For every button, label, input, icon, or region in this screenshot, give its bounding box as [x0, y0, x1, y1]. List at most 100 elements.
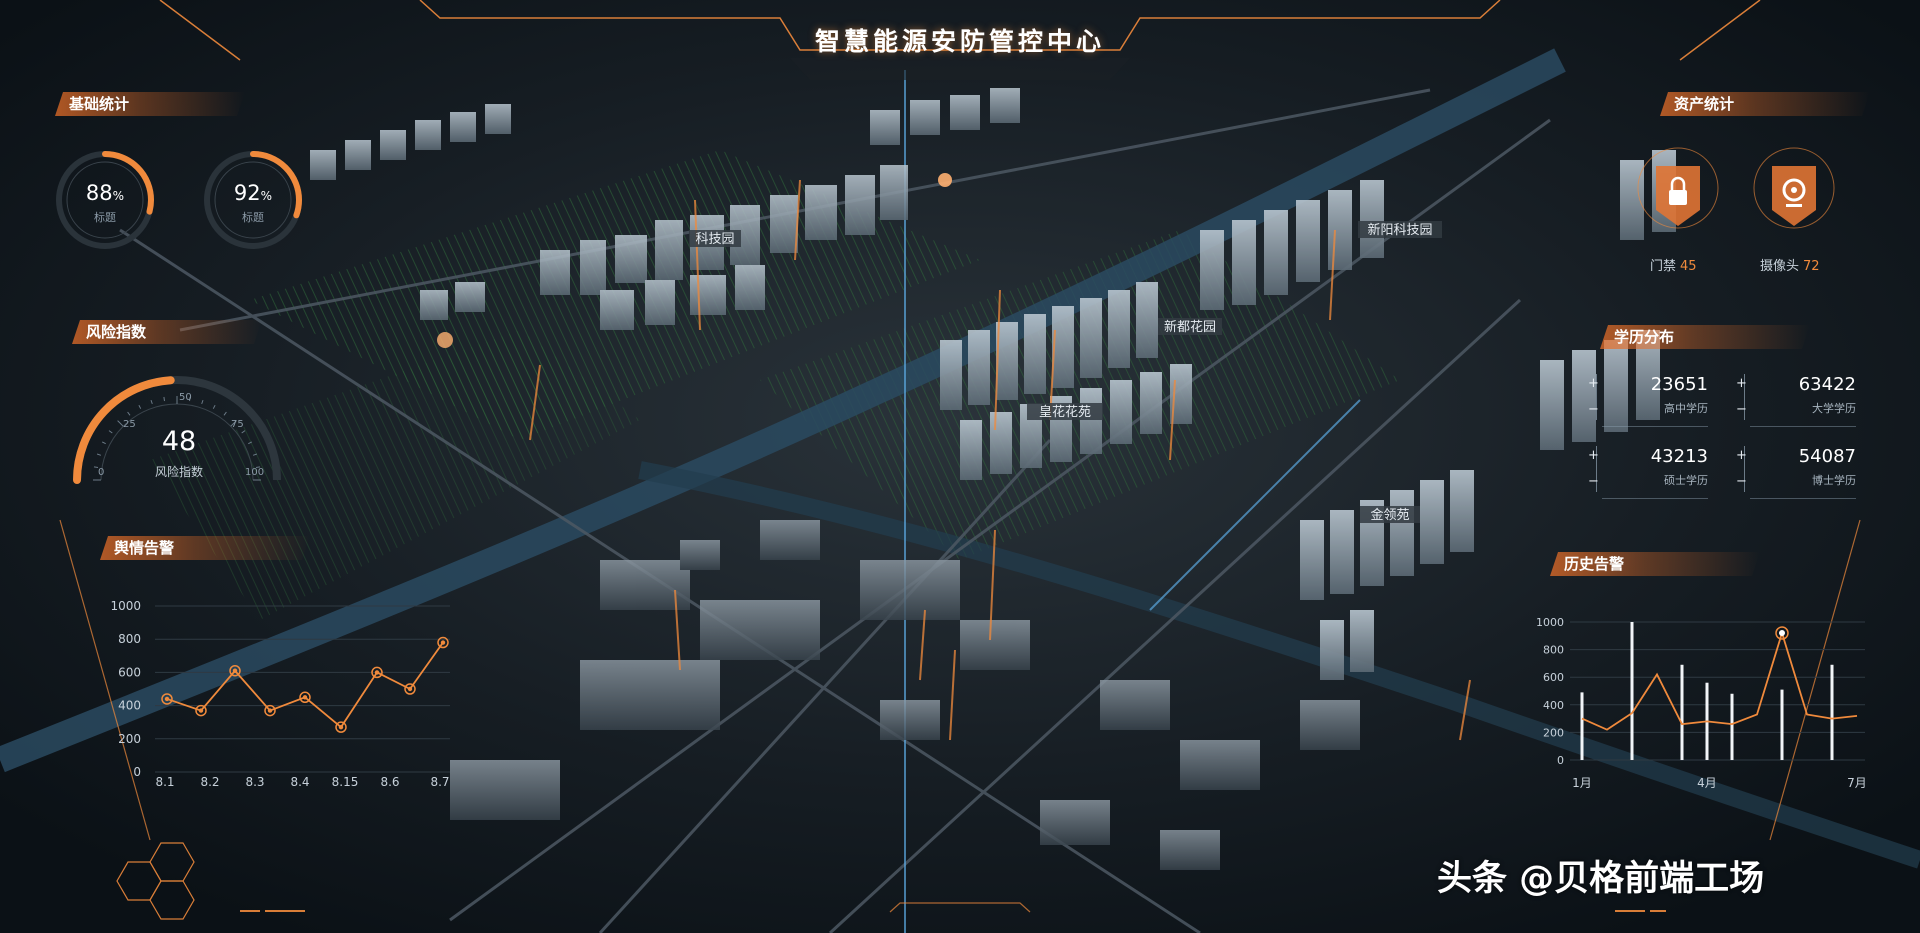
y-tick-label: 1000 — [1536, 616, 1564, 629]
gauge-minor-tick — [201, 399, 204, 405]
risk-value: 48 — [161, 426, 197, 457]
camera-badge[interactable] — [1752, 146, 1836, 240]
risk-label: 风险指数 — [154, 465, 203, 479]
y-tick-label: 800 — [1543, 644, 1564, 657]
map-label: 科技园 — [695, 232, 734, 247]
y-tick-label: 800 — [118, 632, 141, 646]
card-underline — [1750, 426, 1856, 427]
y-tick-label: 200 — [118, 732, 141, 746]
y-tick-label: 0 — [1557, 754, 1564, 767]
data-point-core — [302, 695, 308, 700]
ring-label: 标题 — [242, 211, 264, 224]
camera-icon — [1753, 147, 1835, 229]
map-label: 新阳科技园 — [1367, 222, 1432, 238]
map-label: 皇花花苑 — [1039, 404, 1091, 420]
plus-icon[interactable]: + — [1736, 376, 1747, 391]
gauge-minor-tick — [163, 396, 165, 402]
data-point-core — [267, 708, 273, 713]
card-underline — [1602, 498, 1708, 499]
x-tick-label: 8.4 — [290, 775, 309, 789]
x-tick-label: 8.6 — [380, 775, 399, 789]
y-tick-label: 200 — [1543, 726, 1564, 739]
x-tick-label: 8.3 — [245, 775, 264, 789]
risk-gauge: 0 25 50 75 100 48 风险指数 — [65, 362, 305, 487]
card-underline — [1602, 426, 1708, 427]
ring-value: 92% — [233, 181, 273, 205]
gauge-tick: 50 — [179, 392, 192, 403]
y-tick-label: 400 — [1543, 699, 1564, 712]
lock-icon — [1637, 147, 1719, 229]
y-tick-label: 600 — [1543, 671, 1564, 684]
plus-icon[interactable]: + — [1736, 448, 1747, 463]
y-tick-label: 0 — [133, 765, 141, 779]
bar — [1630, 622, 1634, 760]
bar — [1780, 689, 1784, 760]
edu-value: 23651 — [1650, 374, 1708, 395]
education-title: 学历分布 — [1600, 325, 1810, 349]
edu-label: 大学学历 — [1812, 402, 1856, 415]
y-tick-label: 400 — [118, 699, 141, 713]
gauge-minor-tick — [252, 453, 258, 456]
plus-icon[interactable]: + — [1588, 448, 1599, 463]
gauge-minor-tick — [96, 453, 102, 456]
watermark-text: 头条 @贝格前端工场 — [1437, 859, 1765, 899]
history-title: 历史告警 — [1550, 552, 1760, 576]
edu-value: 54087 — [1798, 446, 1856, 467]
gauge-minor-tick — [241, 430, 246, 434]
ring-label: 标题 — [94, 211, 116, 224]
bar — [1730, 693, 1734, 760]
data-point-core — [232, 668, 238, 673]
x-tick-label: 8.2 — [200, 775, 219, 789]
edu-card-doctor: + − 54087 博士学历 — [1736, 446, 1856, 502]
edu-label: 高中学历 — [1664, 402, 1708, 415]
y-tick-label: 1000 — [110, 599, 141, 613]
x-tick-label: 8.15 — [332, 775, 359, 789]
access-control-badge[interactable] — [1636, 146, 1720, 240]
minus-icon[interactable]: − — [1588, 474, 1599, 489]
data-point-core — [374, 670, 380, 675]
x-tick-label: 4月 — [1697, 776, 1717, 790]
edu-card-university: + − 63422 大学学历 — [1736, 374, 1856, 430]
access-control-stat: 门禁 45 — [1650, 259, 1697, 274]
y-tick-label: 600 — [118, 665, 141, 679]
edu-card-master: + − 43213 硕士学历 — [1588, 446, 1708, 502]
bar — [1580, 692, 1584, 760]
gauge-minor-tick — [248, 441, 253, 445]
peak-marker-core — [1779, 630, 1785, 637]
history-bar-line-chart: 1000 800 600 400 200 0 1月 4月 7月 — [1536, 616, 1867, 790]
minus-icon[interactable]: − — [1736, 402, 1747, 417]
edu-label: 硕士学历 — [1664, 474, 1708, 487]
edu-card-high-school: + − 23651 高中学历 — [1588, 374, 1708, 430]
basic-stats-title: 基础统计 — [55, 92, 245, 116]
data-point-core — [338, 724, 344, 730]
risk-title: 风险指数 — [72, 320, 262, 344]
edu-value: 63422 — [1798, 374, 1856, 395]
edu-value: 43213 — [1650, 446, 1708, 467]
bar — [1830, 664, 1834, 760]
map-label: 金领苑 — [1370, 507, 1409, 523]
data-point-core — [164, 696, 170, 702]
gauge-minor-tick — [150, 399, 153, 405]
minus-icon[interactable]: − — [1736, 474, 1747, 489]
map-label: 新都花园 — [1164, 319, 1216, 335]
plus-icon[interactable]: + — [1588, 376, 1599, 391]
data-point-core — [440, 640, 446, 645]
gauge-minor-tick — [223, 411, 227, 416]
data-point-core — [407, 686, 413, 692]
card-underline — [1750, 498, 1856, 499]
x-tick-label: 1月 — [1572, 776, 1592, 790]
ring-gauge-2: 92% 标题 — [198, 145, 308, 255]
x-tick-label: 8.1 — [155, 775, 174, 789]
data-point-core — [198, 708, 204, 713]
assets-title: 资产统计 — [1660, 92, 1870, 116]
gauge-tick: 0 — [98, 467, 105, 478]
gauge-minor-tick — [101, 441, 106, 445]
bar — [1680, 664, 1684, 760]
gauge-minor-tick — [138, 404, 142, 409]
gauge-minor-tick — [108, 430, 113, 434]
page-title: 智慧能源安防管控中心 — [814, 27, 1105, 56]
gauge-minor-tick — [127, 411, 131, 416]
minus-icon[interactable]: − — [1588, 402, 1599, 417]
gauge-tick: 100 — [245, 467, 265, 478]
x-tick-label: 7月 — [1847, 776, 1867, 790]
